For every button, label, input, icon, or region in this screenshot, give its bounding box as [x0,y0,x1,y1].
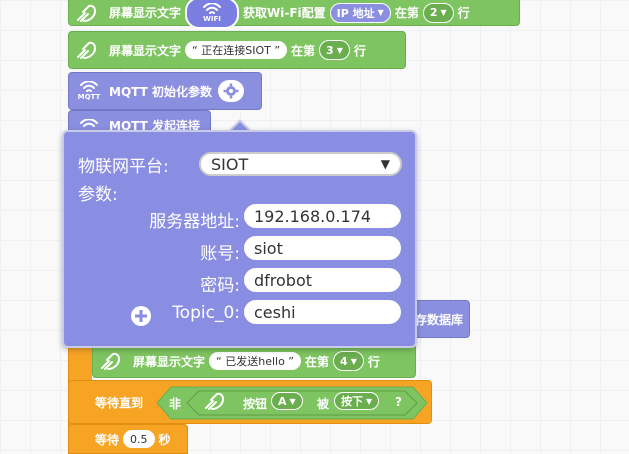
block-label: 屏幕显示文字 [109,43,182,58]
screen-text-block-sent[interactable]: 屏幕显示文字 “ 已发送hello ” 在第 4 ▼ 行 [92,344,416,378]
caret-down-icon: ▼ [350,356,357,366]
caret-down-icon: ▼ [380,157,390,171]
wait-until-block[interactable]: 等待直到 非 按钮 A ▼ 被 按下 ▼ ? [68,380,432,424]
not-label: 非 [169,397,182,411]
line-dropdown[interactable]: 2 ▼ [422,2,454,23]
caret-down-icon: ▼ [336,45,343,55]
mqtt-icon-text: MQTT [77,93,101,101]
platform-select[interactable]: SIOT ▼ [199,152,402,176]
server-value: 192.168.0.174 [254,206,372,226]
hand-icon [69,0,105,25]
block-label: 等待 [95,432,120,447]
server-input[interactable]: 192.168.0.174 [244,204,401,228]
server-label: 服务器地址: [149,212,240,232]
text-input-value: 已发送hello [225,355,285,368]
wait-block[interactable]: 等待 0.5 秒 [68,424,188,454]
gear-icon [223,83,239,99]
plus-circle-icon [131,306,151,326]
block-label: 等待直到 [95,395,144,410]
button-label: 按钮 [243,397,268,411]
suffix-label: 行 [353,43,366,58]
hand-icon [69,32,105,68]
topic-input[interactable]: ceshi [244,300,401,324]
caret-down-icon: ▼ [440,8,447,17]
is-label: 被 [317,397,330,411]
button-dropdown[interactable]: A ▼ [271,392,303,410]
mqtt-settings-popup: 物联网平台: SIOT ▼ 参数: 服务器地址: 192.168.0.174 账… [62,130,417,348]
text-input-value: 正在连接SIOT [201,44,271,57]
hand-icon [93,345,129,377]
screen-text-block-siot[interactable]: 屏幕显示文字 “ 正在连接SIOT ” 在第 3 ▼ 行 [68,31,406,69]
state-value: 按下 [341,395,363,408]
wait-value-input[interactable]: 0.5 [123,430,155,448]
password-value: dfrobot [254,270,313,290]
screen-text-block-ip[interactable]: 屏幕显示文字 WIFI 获取Wi-Fi配置 IP 地址 ▼ 在第 2 ▼ 行 [68,0,520,29]
platform-select-value: SIOT [211,154,249,174]
text-input[interactable]: “ 已发送hello ” [209,352,302,370]
ip-dropdown-value: IP 地址 [336,6,375,20]
platform-label: 物联网平台: [78,157,169,177]
text-input[interactable]: “ 正在连接SIOT ” [185,41,288,59]
account-label: 账号: [200,244,240,264]
topic-label: Topic_0: [172,303,240,323]
block-label: 屏幕显示文字 [133,354,206,369]
suffix-label: 行 [367,354,380,369]
caret-down-icon: ▼ [366,396,373,406]
password-label: 密码: [200,276,240,296]
block-label: 存数据库 [414,312,463,327]
params-label: 参数: [78,185,118,205]
settings-gear-button[interactable] [217,80,244,102]
wifi-icon: WIFI [185,0,240,29]
mqtt-icon: MQTT [69,73,109,109]
line-dropdown[interactable]: 4 ▼ [333,351,364,371]
wifi-text: WIFI [203,14,221,23]
mqtt-init-block[interactable]: MQTT MQTT 初始化参数 [68,72,262,110]
unit-label: 秒 [158,432,171,447]
button-value: A [278,394,287,408]
account-value: siot [254,238,283,258]
ip-dropdown[interactable]: IP 地址 ▼ [329,2,391,23]
block-label: MQTT 初始化参数 [109,84,212,99]
hand-icon [203,391,227,414]
wait-value: 0.5 [130,432,148,446]
caret-down-icon: ▼ [289,396,296,406]
add-topic-button[interactable] [130,305,152,332]
at-label: 在第 [394,6,419,20]
caret-down-icon: ▼ [377,8,384,17]
block-label: 屏幕显示文字 [109,6,182,20]
line-value: 4 [340,354,348,368]
password-input[interactable]: dfrobot [244,268,401,292]
question-label: ? [395,395,402,409]
line-value: 2 [429,6,438,19]
line-value: 3 [326,43,334,57]
suffix-label: 行 [457,6,470,20]
topic-value: ceshi [254,302,296,322]
get-wifi-label: 获取Wi-Fi配置 [243,6,326,20]
at-label: 在第 [291,43,316,58]
at-label: 在第 [305,354,330,369]
account-input[interactable]: siot [244,236,401,260]
state-dropdown[interactable]: 按下 ▼ [334,392,380,410]
line-dropdown[interactable]: 3 ▼ [319,40,350,60]
